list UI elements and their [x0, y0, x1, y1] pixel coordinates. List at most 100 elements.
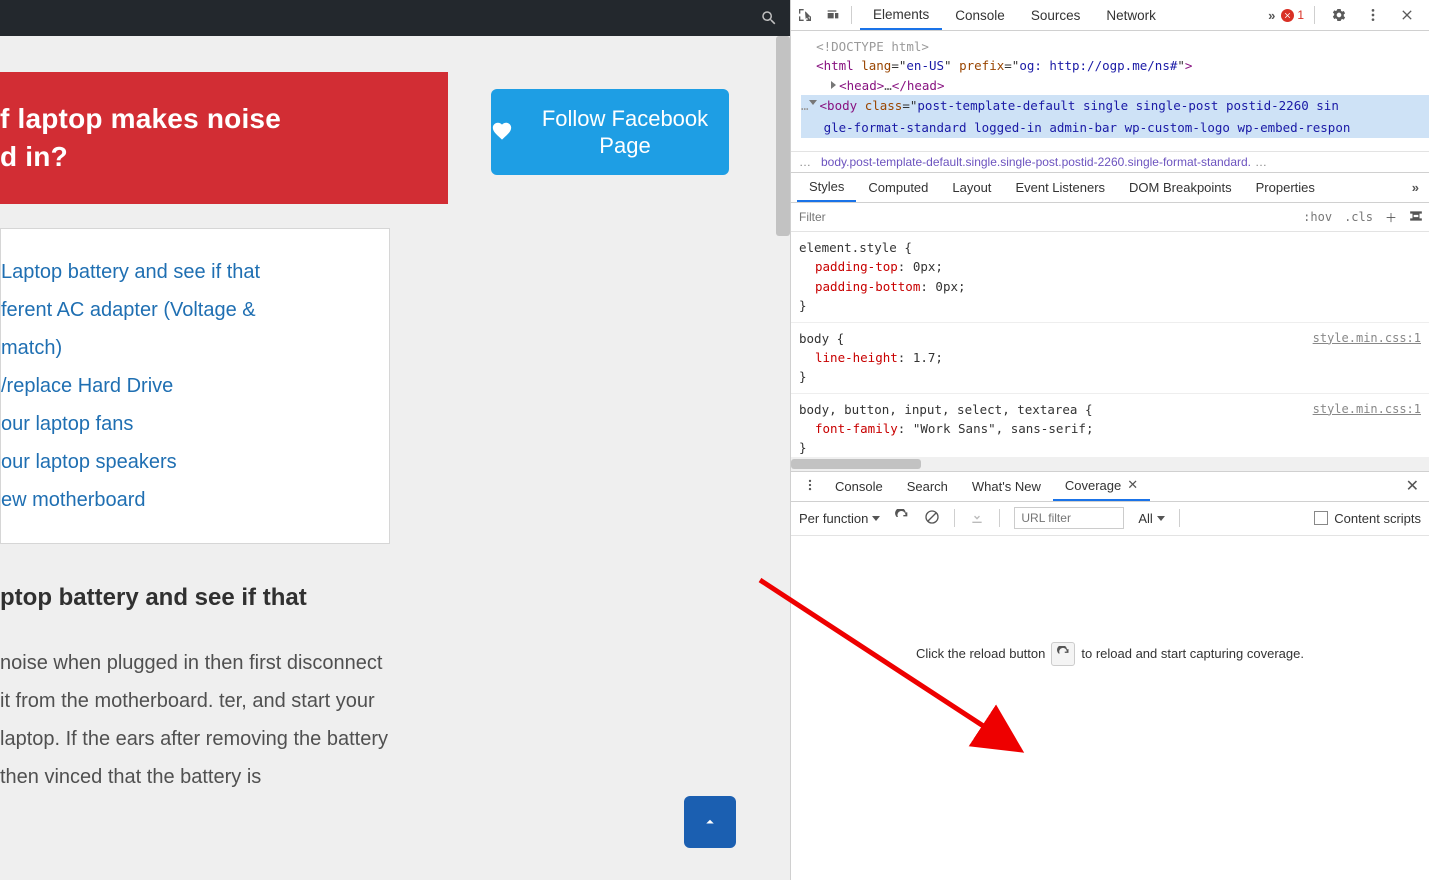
drawer-tab-coverage-label: Coverage: [1065, 478, 1121, 493]
style-rule[interactable]: style.min.css:1body {line-height: 1.7;}: [791, 323, 1429, 394]
tab-properties[interactable]: Properties: [1244, 173, 1327, 202]
content-scripts-label: Content scripts: [1334, 511, 1421, 526]
toc-link[interactable]: Laptop battery and see if that: [1, 261, 260, 283]
tab-computed[interactable]: Computed: [856, 173, 940, 202]
site-admin-bar: [0, 0, 790, 36]
coverage-toolbar: Per function All Content scripts: [791, 502, 1429, 536]
page-scrollbar-thumb[interactable]: [776, 36, 790, 236]
dom-tree[interactable]: <!DOCTYPE html> <html lang="en-US" prefi…: [791, 31, 1429, 151]
title-line-1: f laptop makes noise: [0, 103, 281, 134]
drawer-tab-coverage[interactable]: Coverage ✕: [1053, 472, 1150, 501]
new-style-rule-icon[interactable]: ＋: [1379, 209, 1403, 226]
error-icon: [1281, 9, 1294, 22]
tab-event-listeners[interactable]: Event Listeners: [1003, 173, 1117, 202]
rule-source-link[interactable]: style.min.css:1: [1313, 400, 1421, 419]
dom-breadcrumb[interactable]: … body.post-template-default.single.sing…: [791, 151, 1429, 173]
tab-sources[interactable]: Sources: [1018, 0, 1094, 30]
styles-hscroll[interactable]: [791, 457, 1429, 471]
reload-icon[interactable]: [894, 509, 910, 528]
tab-console[interactable]: Console: [942, 0, 1018, 30]
devtools-toolbar: Elements Console Sources Network » 1: [791, 0, 1429, 31]
toc-link[interactable]: ew motherboard: [1, 489, 146, 511]
more-tabs-icon[interactable]: »: [1268, 8, 1275, 23]
coverage-type-label: All: [1138, 511, 1152, 526]
style-property[interactable]: font-family: "Work Sans", sans-serif;: [799, 419, 1421, 438]
clear-icon[interactable]: [924, 509, 940, 528]
separator: [954, 509, 955, 527]
scroll-to-top-button[interactable]: [684, 796, 736, 848]
coverage-url-filter-input[interactable]: [1014, 507, 1124, 529]
more-styles-tabs-icon[interactable]: »: [1402, 180, 1429, 195]
rule-source-link[interactable]: style.min.css:1: [1313, 471, 1421, 472]
webpage-area: f laptop makes noise d in? Follow Facebo…: [0, 0, 790, 880]
error-badge[interactable]: 1: [1281, 8, 1304, 22]
gear-icon[interactable]: [1325, 1, 1353, 29]
tab-elements[interactable]: Elements: [860, 0, 942, 30]
search-icon[interactable]: [754, 3, 784, 33]
coverage-granularity-dropdown[interactable]: Per function: [799, 511, 880, 526]
toc-link[interactable]: our laptop speakers: [1, 451, 177, 473]
rule-source-link[interactable]: style.min.css:1: [1313, 329, 1421, 348]
drawer-tab-whatsnew[interactable]: What's New: [960, 472, 1053, 501]
tab-styles[interactable]: Styles: [797, 173, 856, 202]
kebab-menu-icon[interactable]: [1359, 1, 1387, 29]
hov-toggle[interactable]: :hov: [1297, 210, 1338, 224]
table-of-contents: Laptop battery and see if that ferent AC…: [0, 228, 390, 544]
devtools-main-tabs: Elements Console Sources Network: [860, 0, 1169, 30]
toc-link[interactable]: ferent AC adapter (Voltage &: [1, 299, 256, 321]
separator: [851, 6, 852, 24]
scrollbar-thumb[interactable]: [791, 459, 921, 469]
separator: [1314, 6, 1315, 24]
drawer-tab-console[interactable]: Console: [823, 472, 895, 501]
follow-facebook-label: Follow Facebook Page: [521, 105, 729, 160]
toc-link[interactable]: match): [1, 337, 62, 359]
toc-link[interactable]: /replace Hard Drive: [1, 375, 173, 397]
expand-arrow-down-icon[interactable]: [809, 100, 817, 109]
coverage-message-before: Click the reload button: [916, 646, 1045, 661]
dom-doctype: <!DOCTYPE html>: [816, 39, 929, 54]
rule-selector: body, button, input, select, textarea: [799, 402, 1077, 417]
devtools-panel: Elements Console Sources Network » 1 <!D…: [790, 0, 1429, 880]
heart-icon: [491, 118, 513, 146]
follow-facebook-button[interactable]: Follow Facebook Page: [491, 89, 729, 175]
cls-toggle[interactable]: .cls: [1338, 210, 1379, 224]
device-toolbar-icon[interactable]: [819, 1, 847, 29]
article-paragraph: noise when plugged in then first disconn…: [0, 644, 390, 796]
coverage-body: Click the reload button to reload and st…: [791, 536, 1429, 880]
style-property[interactable]: padding-top: 0px;: [799, 257, 1421, 276]
breadcrumb-overflow[interactable]: …: [799, 155, 811, 169]
chevron-down-icon: [872, 516, 880, 521]
style-property[interactable]: padding-bottom: 0px;: [799, 277, 1421, 296]
expand-arrow-icon[interactable]: [831, 81, 836, 89]
export-icon[interactable]: [969, 509, 985, 528]
drawer-tabs: Console Search What's New Coverage ✕ ✕: [791, 472, 1429, 502]
drawer-tab-search[interactable]: Search: [895, 472, 960, 501]
breadcrumb-path[interactable]: body.post-template-default.single.single…: [821, 155, 1251, 169]
content-scripts-checkbox[interactable]: Content scripts: [1314, 511, 1421, 526]
separator: [1179, 509, 1180, 527]
toc-link[interactable]: our laptop fans: [1, 413, 133, 435]
coverage-type-dropdown[interactable]: All: [1138, 511, 1164, 526]
styles-filter-row: :hov .cls ＋: [791, 203, 1429, 232]
styles-pane[interactable]: element.style {padding-top: 0px;padding-…: [791, 232, 1429, 472]
computed-panel-icon[interactable]: [1403, 209, 1429, 226]
checkbox-icon: [1314, 511, 1328, 525]
separator: [999, 509, 1000, 527]
coverage-reload-demo-button[interactable]: [1051, 642, 1075, 666]
tab-layout[interactable]: Layout: [940, 173, 1003, 202]
error-count: 1: [1297, 8, 1304, 22]
tab-network[interactable]: Network: [1093, 0, 1169, 30]
style-rule[interactable]: element.style {padding-top: 0px;padding-…: [791, 232, 1429, 323]
close-tab-icon[interactable]: ✕: [1127, 477, 1138, 493]
styles-tabs: Styles Computed Layout Event Listeners D…: [791, 173, 1429, 203]
tab-dom-breakpoints[interactable]: DOM Breakpoints: [1117, 173, 1244, 202]
coverage-message: Click the reload button to reload and st…: [916, 642, 1304, 666]
close-devtools-icon[interactable]: [1393, 1, 1421, 29]
styles-filter-input[interactable]: [791, 203, 1297, 231]
style-rule[interactable]: style.min.css:1 body, button, input, sele…: [791, 394, 1429, 465]
inspect-element-icon[interactable]: [791, 1, 819, 29]
style-property[interactable]: line-height: 1.7;: [799, 348, 1421, 367]
close-drawer-icon[interactable]: ✕: [1396, 476, 1429, 496]
drawer-menu-icon[interactable]: [797, 478, 823, 495]
rule-selector: body: [799, 331, 829, 346]
